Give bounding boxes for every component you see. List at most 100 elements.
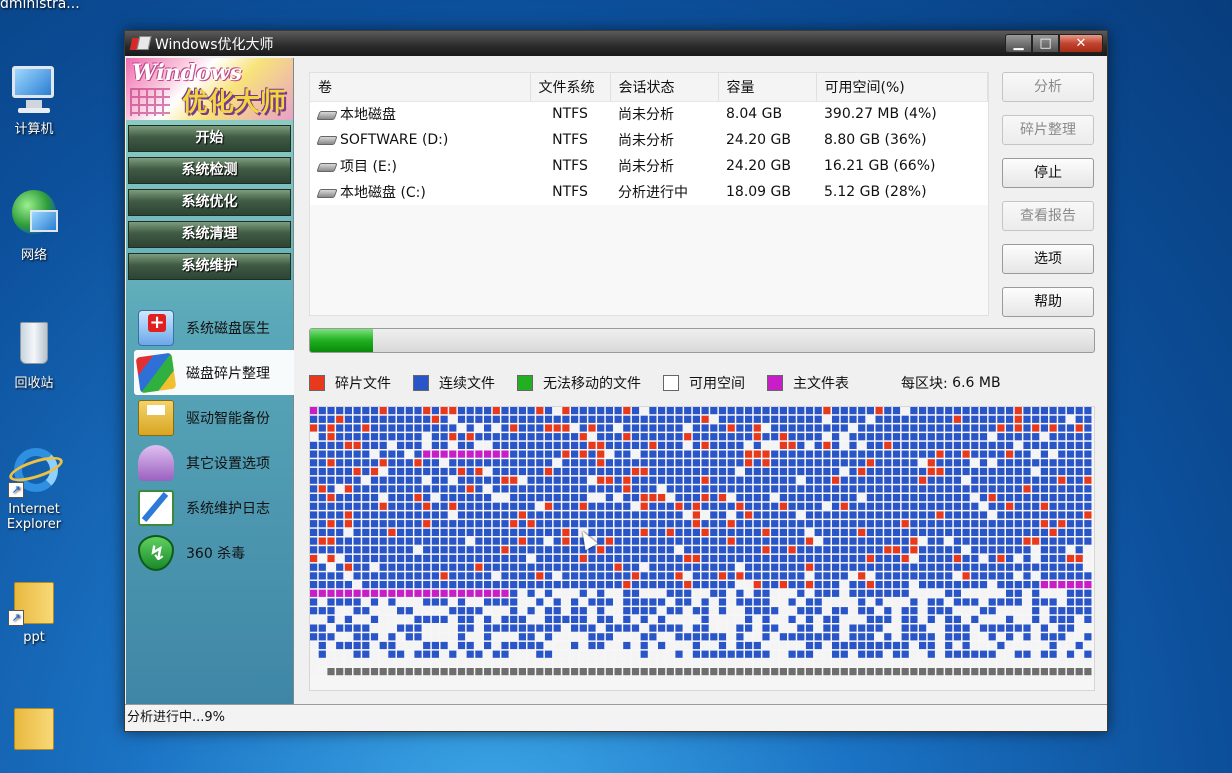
subnav-360-antivirus[interactable]: 360 杀毒 (126, 530, 294, 575)
analysis-progress-bar (309, 328, 1095, 353)
disk-block (988, 624, 996, 632)
nav-system-maintain[interactable]: 系统维护 (128, 253, 291, 280)
disk-block (605, 520, 613, 528)
disk-block (936, 572, 944, 580)
disk-block (597, 563, 605, 571)
subnav-other-settings[interactable]: 其它设置选项 (126, 440, 294, 485)
disk-block (658, 415, 666, 423)
disk-block (310, 520, 318, 528)
subnav-driver-backup[interactable]: 驱动智能备份 (126, 395, 294, 440)
disk-block (518, 520, 526, 528)
disk-block (788, 407, 796, 415)
subnav-disk-defrag[interactable]: 磁盘碎片整理 (134, 350, 294, 395)
disk-block (953, 546, 961, 554)
help-button[interactable]: 帮助 (1002, 287, 1094, 317)
disk-block (849, 424, 857, 432)
stop-button[interactable]: 停止 (1002, 158, 1094, 188)
disk-block (544, 581, 553, 589)
disk-block (405, 581, 413, 589)
disk-block (318, 581, 326, 589)
desktop-icon-folder[interactable] (0, 700, 72, 756)
disk-block (1014, 407, 1022, 415)
disk-block (710, 633, 718, 641)
table-row[interactable]: 本地磁盘 (C:) NTFS 分析进行中 18.09 GB 5.12 GB (2… (310, 179, 988, 205)
progress-fill (310, 329, 373, 352)
disk-block (1066, 554, 1075, 563)
disk-block (753, 459, 761, 467)
disk-block (344, 441, 352, 449)
disk-block (692, 433, 700, 441)
table-row[interactable]: 项目 (E:) NTFS 尚未分析 24.20 GB 16.21 GB (66%… (310, 153, 988, 179)
disk-block (640, 668, 648, 676)
defrag-button[interactable]: 碎片整理 (1002, 115, 1094, 145)
title-bar[interactable]: Windows优化大师 ▁ □ ✕ (125, 31, 1107, 56)
disk-block (1023, 520, 1031, 528)
nav-start[interactable]: 开始 (128, 125, 291, 152)
disk-block (405, 546, 413, 554)
disk-block (327, 476, 335, 484)
disk-block (457, 494, 466, 502)
maximize-button[interactable]: □ (1032, 34, 1059, 53)
disk-block (614, 641, 622, 650)
disk-block (605, 633, 613, 641)
disk-block (979, 554, 988, 563)
desktop-icon-computer[interactable]: 计算机 (0, 62, 72, 137)
disk-block (1066, 668, 1075, 676)
desktop-icon-label: 计算机 (14, 122, 54, 137)
disk-block (562, 485, 570, 493)
disk-block (544, 485, 553, 493)
disk-block (858, 502, 866, 510)
col-header-free[interactable]: 可用空间(%) (816, 73, 988, 102)
disk-block (510, 415, 518, 423)
disk-block (684, 572, 692, 580)
desktop-icon-recycle-bin[interactable]: 回收站 (0, 316, 72, 391)
col-header-volume[interactable]: 卷 (310, 73, 531, 102)
disk-block (710, 433, 718, 441)
options-button[interactable]: 选项 (1002, 244, 1094, 274)
disk-block (692, 450, 700, 458)
disk-block (397, 572, 405, 580)
subnav-maintain-log[interactable]: 系统维护日志 (126, 485, 294, 530)
disk-block (353, 615, 361, 623)
col-header-fs[interactable]: 文件系统 (530, 73, 611, 102)
disk-block (440, 624, 448, 632)
disk-block (492, 424, 500, 432)
desktop-icon-ppt[interactable]: ↗ ppt (0, 574, 72, 645)
disk-block (588, 476, 596, 484)
disk-block (1049, 633, 1057, 641)
disk-block (814, 528, 822, 536)
disk-block (405, 502, 413, 510)
disk-block (1032, 607, 1040, 615)
disk-block (771, 520, 779, 528)
subnav-disk-doctor[interactable]: 系统磁盘医生 (126, 305, 294, 350)
disk-block (1084, 476, 1092, 484)
legend-swatch (309, 375, 325, 391)
disk-block (318, 467, 326, 476)
disk-block (771, 624, 779, 632)
view-report-button[interactable]: 查看报告 (1002, 201, 1094, 231)
disk-block (788, 668, 796, 676)
minimize-button[interactable]: ▁ (1005, 34, 1032, 53)
analyze-button[interactable]: 分析 (1002, 72, 1094, 102)
disk-block (414, 615, 422, 623)
table-row[interactable]: 本地磁盘 NTFS 尚未分析 8.04 GB 390.27 MB (4%) (310, 101, 988, 127)
desktop-icon-network[interactable]: 网络 (0, 188, 72, 263)
nav-system-optimize[interactable]: 系统优化 (128, 189, 291, 216)
desktop-icon-ie[interactable]: ↗ Internet Explorer (0, 446, 72, 532)
disk-block (605, 554, 613, 563)
disk-block (1040, 598, 1048, 606)
disk-block (658, 467, 666, 476)
disk-block (1023, 502, 1031, 510)
table-row[interactable]: SOFTWARE (D:) NTFS 尚未分析 24.20 GB 8.80 GB… (310, 127, 988, 153)
disk-block (1084, 441, 1092, 449)
disk-block (466, 624, 474, 632)
disk-block (684, 459, 692, 467)
disk-block (501, 572, 509, 580)
disk-block (684, 589, 692, 597)
nav-system-clean[interactable]: 系统清理 (128, 221, 291, 248)
nav-system-detect[interactable]: 系统检测 (128, 157, 291, 184)
col-header-capacity[interactable]: 容量 (718, 73, 817, 102)
col-header-status[interactable]: 会话状态 (610, 73, 719, 102)
close-button[interactable]: ✕ (1059, 34, 1103, 53)
disk-block (1032, 415, 1040, 423)
